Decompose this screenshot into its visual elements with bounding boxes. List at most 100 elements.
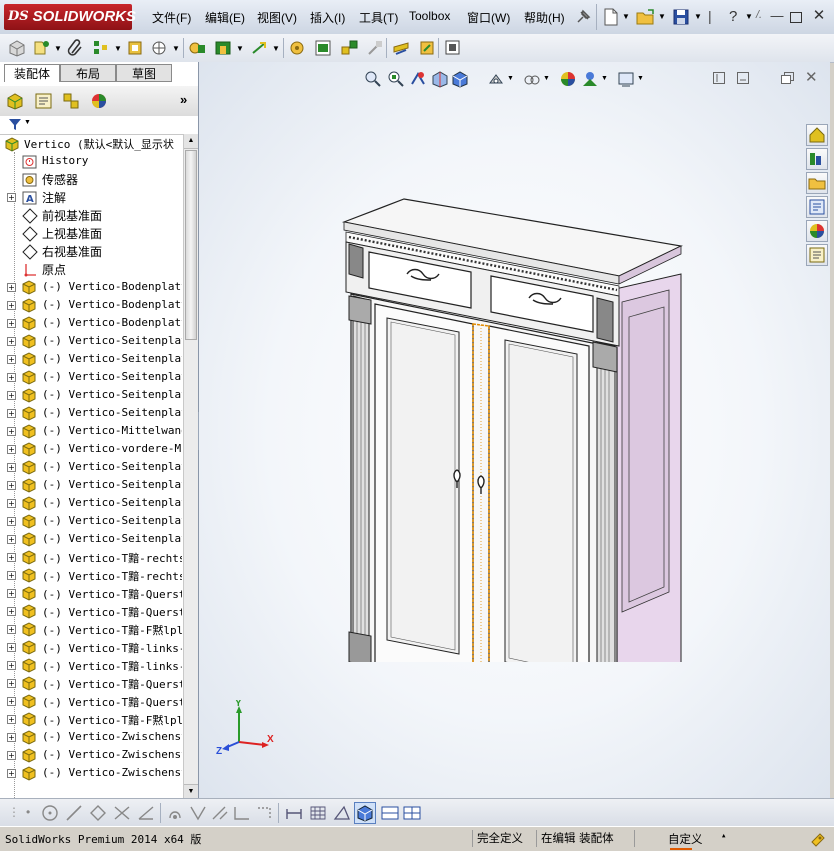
bill-of-materials-icon[interactable] <box>314 39 334 57</box>
expand-toggle-icon[interactable]: + <box>7 553 16 562</box>
tree-item[interactable]: + (-) Vertico-Seitenplatt <box>0 350 182 368</box>
view-orientation-icon[interactable] <box>451 70 469 88</box>
expand-toggle-icon[interactable]: + <box>7 535 16 544</box>
status-units[interactable]: 自定义 <box>668 831 703 847</box>
property-manager-icon[interactable] <box>34 92 54 110</box>
filter-dropdown-icon[interactable]: ▼ <box>24 119 31 126</box>
tree-item[interactable]: + A 注解 <box>0 188 182 206</box>
tree-item[interactable]: + (-) Vertico-Seitenplatt <box>0 530 182 548</box>
tree-item[interactable]: + (-) Vertico-Seitenplatt <box>0 458 182 476</box>
display-style-icon[interactable] <box>487 70 505 88</box>
mirror-icon[interactable] <box>188 804 208 822</box>
tree-item[interactable]: + (-) Vertico-Zwischenstr <box>0 728 182 746</box>
menu-view[interactable]: 视图(V) <box>257 9 297 26</box>
zoom-to-fit-icon[interactable] <box>364 70 382 88</box>
smart-dimension-icon[interactable] <box>284 804 304 822</box>
menu-edit[interactable]: 编辑(E) <box>205 9 245 26</box>
menu-insert[interactable]: 插入(I) <box>310 9 345 26</box>
tree-item[interactable]: + (-) Vertico-T黯-Querstr <box>0 602 182 620</box>
extend-icon[interactable] <box>136 804 156 822</box>
tree-item[interactable]: + (-) Vertico-Zwischenstr <box>0 746 182 764</box>
expand-toggle-icon[interactable]: + <box>7 643 16 652</box>
reference-dropdown-icon[interactable]: ▼ <box>272 44 280 53</box>
viewport-close-icon[interactable]: ✕ <box>805 68 818 86</box>
new-dropdown-icon[interactable]: ▼ <box>622 12 630 21</box>
save-dropdown-icon[interactable]: ▼ <box>694 12 702 21</box>
task-pane-design-library[interactable] <box>806 172 828 194</box>
display-manager-icon[interactable] <box>90 92 110 110</box>
hide-show-items-icon[interactable] <box>523 70 541 88</box>
tree-item[interactable]: + (-) Vertico-Seitenplatt <box>0 494 182 512</box>
minimize-icon[interactable]: — <box>770 9 784 23</box>
tree-item[interactable]: + (-) Vertico-vordere-Mit <box>0 440 182 458</box>
section-view-icon[interactable] <box>431 70 449 88</box>
insert-component-icon[interactable] <box>8 39 28 57</box>
tab-layout[interactable]: 布局 <box>60 64 116 82</box>
expand-toggle-icon[interactable]: + <box>7 445 16 454</box>
expand-toggle-icon[interactable]: + <box>7 733 16 742</box>
scroll-down-icon[interactable]: ▼ <box>184 784 198 799</box>
scrollbar-thumb[interactable] <box>185 150 197 340</box>
expand-toggle-icon[interactable]: + <box>7 679 16 688</box>
expand-toggle-icon[interactable]: + <box>7 193 16 202</box>
expand-toggle-icon[interactable]: + <box>7 661 16 670</box>
cabinet-model[interactable] <box>339 192 699 662</box>
expand-toggle-icon[interactable]: + <box>7 301 16 310</box>
maximize-icon[interactable] <box>790 12 802 23</box>
tree-item[interactable]: 前视基准面 <box>0 206 182 224</box>
grid-icon[interactable] <box>308 804 328 822</box>
scroll-up-icon[interactable]: ▲ <box>184 134 198 149</box>
expand-toggle-icon[interactable]: + <box>7 499 16 508</box>
tree-item[interactable]: + (-) Vertico-Mittelwand< <box>0 422 182 440</box>
tree-item[interactable]: History <box>0 152 182 170</box>
expand-toggle-icon[interactable]: + <box>7 589 16 598</box>
close-icon[interactable]: ✕ <box>812 8 826 23</box>
tree-item[interactable]: 上视基准面 <box>0 224 182 242</box>
point-icon[interactable]: • <box>26 805 30 819</box>
zoom-to-area-icon[interactable] <box>387 70 405 88</box>
show-hidden-icon[interactable] <box>188 39 208 57</box>
expand-toggle-icon[interactable]: + <box>7 571 16 580</box>
tree-item[interactable]: + (-) Vertico-Seitenplatt <box>0 386 182 404</box>
expand-toggle-icon[interactable]: + <box>7 607 16 616</box>
view-settings-dropdown-icon[interactable]: ▼ <box>637 75 644 82</box>
help-icon[interactable]: ? <box>729 8 737 25</box>
menu-window[interactable]: 窗口(W) <box>467 9 510 26</box>
open-dropdown-icon[interactable]: ▼ <box>658 12 666 21</box>
interference-detection-icon[interactable] <box>392 39 412 57</box>
tile-vertical-icon[interactable] <box>402 804 422 822</box>
expand-toggle-icon[interactable]: + <box>7 283 16 292</box>
menu-help[interactable]: 帮助(H) <box>524 9 565 26</box>
new-document-icon[interactable] <box>602 8 620 26</box>
task-pane-home[interactable] <box>806 124 828 146</box>
help-dropdown-icon[interactable]: ▼ <box>745 12 753 21</box>
chamfer-icon[interactable] <box>232 804 252 822</box>
expand-toggle-icon[interactable]: + <box>7 481 16 490</box>
menu-file[interactable]: 文件(F) <box>152 9 191 26</box>
menu-toolbox[interactable]: Toolbox <box>409 9 450 23</box>
save-icon[interactable] <box>672 8 690 26</box>
apply-scene-icon[interactable] <box>581 70 599 88</box>
expand-toggle-icon[interactable]: + <box>7 517 16 526</box>
exploded-view-icon[interactable] <box>340 39 360 57</box>
tile-horizontal-icon[interactable] <box>380 804 400 822</box>
graphics-viewport[interactable]: ▼ ▼ ▼ ▼ ✕ Y X Z <box>199 62 830 798</box>
polygon-icon[interactable] <box>88 804 108 822</box>
tree-item[interactable]: + (-) Vertico-Bodenplatte <box>0 278 182 296</box>
relations-icon[interactable] <box>332 804 352 822</box>
scene-dropdown-icon[interactable]: ▼ <box>601 75 608 82</box>
tree-item[interactable]: + (-) Vertico-Zwischenstr <box>0 764 182 782</box>
expand-toggle-icon[interactable]: + <box>7 355 16 364</box>
expand-toggle-icon[interactable]: + <box>7 409 16 418</box>
assembly-features-icon[interactable] <box>214 39 234 57</box>
tree-item[interactable]: + (-) Vertico-T黯-rechts- <box>0 566 182 584</box>
expand-toggle-icon[interactable]: + <box>7 751 16 760</box>
smart-fasteners-icon[interactable] <box>126 39 146 57</box>
tree-item[interactable]: 传感器 <box>0 170 182 188</box>
tree-item[interactable]: + (-) Vertico-T黯-links-S <box>0 656 182 674</box>
feature-manager-tree-icon[interactable] <box>6 92 26 110</box>
pattern-dropdown-icon[interactable]: ▼ <box>114 44 122 53</box>
shaded-display-button[interactable] <box>354 802 376 824</box>
mate-dropdown-icon[interactable]: ▼ <box>54 44 62 53</box>
expand-toggle-icon[interactable]: + <box>7 373 16 382</box>
